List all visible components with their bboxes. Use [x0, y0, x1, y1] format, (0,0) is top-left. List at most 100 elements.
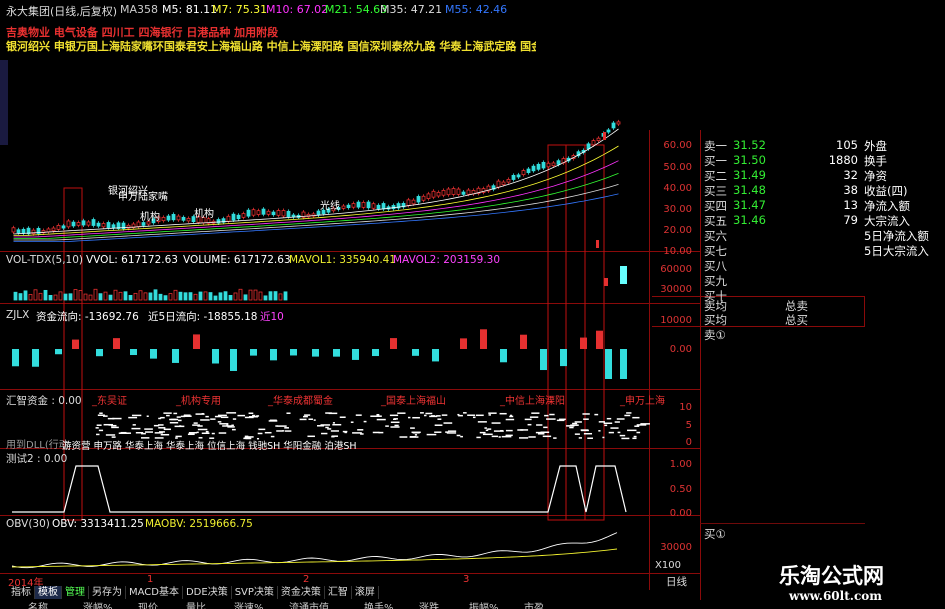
candle-body	[456, 188, 461, 195]
volume-bar	[98, 293, 103, 301]
stat-label: 净流入额	[864, 199, 910, 213]
fund-noise-mark	[163, 428, 171, 431]
vol-vvol: VVOL: 617172.63	[86, 254, 178, 266]
fund-noise-mark	[378, 415, 382, 417]
candle-body	[261, 208, 266, 215]
time-axis-mark-3: 3	[463, 574, 470, 585]
zjlx-flow5: 近5日流向: -18855.18	[148, 311, 258, 323]
tab-3[interactable]: 另存为	[89, 586, 126, 599]
fund-noise-mark	[531, 412, 540, 414]
fund-noise-mark	[320, 424, 331, 426]
signal-marker	[596, 240, 599, 248]
fund-noise-mark	[537, 433, 545, 435]
capital-flow-bar	[333, 349, 340, 357]
fund-noise-mark	[166, 414, 170, 417]
fund-noise-mark	[370, 415, 380, 417]
fund-noise-mark	[205, 415, 209, 418]
capital-flow-bar	[312, 349, 319, 357]
fund-noise-mark	[544, 414, 549, 417]
column-header[interactable]: 市盈	[524, 599, 564, 609]
fund-noise-mark	[177, 419, 182, 422]
fund-noise-mark	[397, 412, 406, 414]
tab-5[interactable]: DDE决策	[183, 586, 232, 599]
column-header[interactable]: 量比	[186, 599, 234, 609]
candle-body	[376, 204, 381, 210]
volume-bar	[153, 289, 158, 301]
tab-9[interactable]: 滚屏	[352, 586, 379, 599]
time-axis-mark-1: 1	[147, 574, 154, 585]
fund-noise-mark	[472, 416, 476, 419]
candle-body	[496, 180, 501, 188]
tab-1[interactable]: 模板	[35, 586, 62, 599]
obv-line	[11, 532, 618, 569]
fund-noise-mark	[226, 424, 229, 427]
capital-flow-bar	[605, 349, 612, 379]
candle-body	[161, 216, 166, 222]
volume-bar	[268, 291, 273, 301]
indicator-tab-bar: 指标 模板 管理 另存为 MACD基本 DDE决策 SVP决策 资金决策 汇智 滚屏	[8, 585, 379, 599]
hz-y-0: 0	[685, 437, 692, 448]
tab-7[interactable]: 资金决策	[278, 586, 325, 599]
column-header[interactable]: 涨速%	[234, 599, 289, 609]
candle-body	[371, 203, 376, 209]
capital-flow-bar	[193, 334, 200, 349]
zjlx-badge: 近10	[260, 311, 284, 323]
volume-bar	[183, 292, 188, 301]
fund-noise-mark	[200, 419, 210, 421]
zjlx-y-0: 0.00	[669, 344, 692, 355]
fund-noise-mark	[232, 418, 237, 420]
fund-noise-mark	[429, 415, 438, 418]
tab-8[interactable]: 汇智	[325, 586, 352, 599]
fund-noise-mark	[325, 426, 329, 429]
volume-bar	[53, 294, 58, 301]
column-header[interactable]: 现价	[138, 599, 186, 609]
candle-body	[351, 203, 356, 208]
fund-noise-mark	[126, 432, 132, 434]
buy-marker: 买①	[704, 527, 726, 541]
column-header[interactable]: 涨跌	[419, 599, 469, 609]
fund-noise-mark	[103, 423, 114, 426]
capital-flow-bar	[130, 349, 137, 356]
capital-flow-bar	[412, 349, 419, 356]
test-y-05: 0.50	[669, 484, 692, 495]
tab-2[interactable]: 管理	[62, 586, 89, 599]
volume-bar	[273, 291, 278, 301]
volume-bar	[23, 290, 28, 301]
volume-bar-latest	[620, 266, 627, 284]
column-header[interactable]: 涨幅%	[83, 599, 138, 609]
orderbook-level-volume: 79	[843, 213, 858, 227]
column-header[interactable]: 振幅%	[469, 599, 524, 609]
vol-mavol2: MAVOL2: 203159.30	[393, 254, 501, 266]
fund-noise-mark	[98, 429, 104, 432]
volume-bar-red	[604, 278, 608, 286]
capital-flow-bar	[230, 349, 237, 371]
period-label[interactable]: 日线	[666, 574, 687, 589]
tab-6[interactable]: SVP决策	[232, 586, 278, 599]
volume-bar	[58, 291, 63, 301]
column-header[interactable]: 流通市值	[289, 599, 364, 609]
column-header[interactable]: 名称	[28, 599, 83, 609]
buy-avg-label: 买均	[704, 313, 727, 327]
volume-bar	[243, 294, 248, 301]
capital-flow-bar	[580, 337, 587, 349]
fund-noise-mark	[105, 434, 116, 436]
column-header[interactable]: 换手%	[364, 599, 419, 609]
fund-noise-mark	[214, 415, 222, 418]
capital-flow-bar	[32, 349, 39, 367]
tab-4[interactable]: MACD基本	[126, 586, 183, 599]
fund-noise-mark	[158, 424, 164, 426]
fund-noise-mark	[226, 412, 237, 414]
fund-noise-mark	[175, 435, 182, 438]
tab-0[interactable]: 指标	[8, 586, 35, 599]
volume-bar	[173, 289, 178, 301]
candle-body	[431, 190, 436, 198]
fund-noise-mark	[201, 432, 210, 435]
highlight-range-box	[63, 187, 83, 521]
fund-noise-mark	[264, 431, 272, 434]
volume-bar	[123, 291, 128, 301]
candle-body	[66, 220, 71, 228]
volume-bar	[18, 293, 23, 301]
fund-noise-mark	[321, 432, 328, 435]
fund-noise-mark	[425, 412, 433, 415]
fund-noise-mark	[491, 435, 499, 438]
